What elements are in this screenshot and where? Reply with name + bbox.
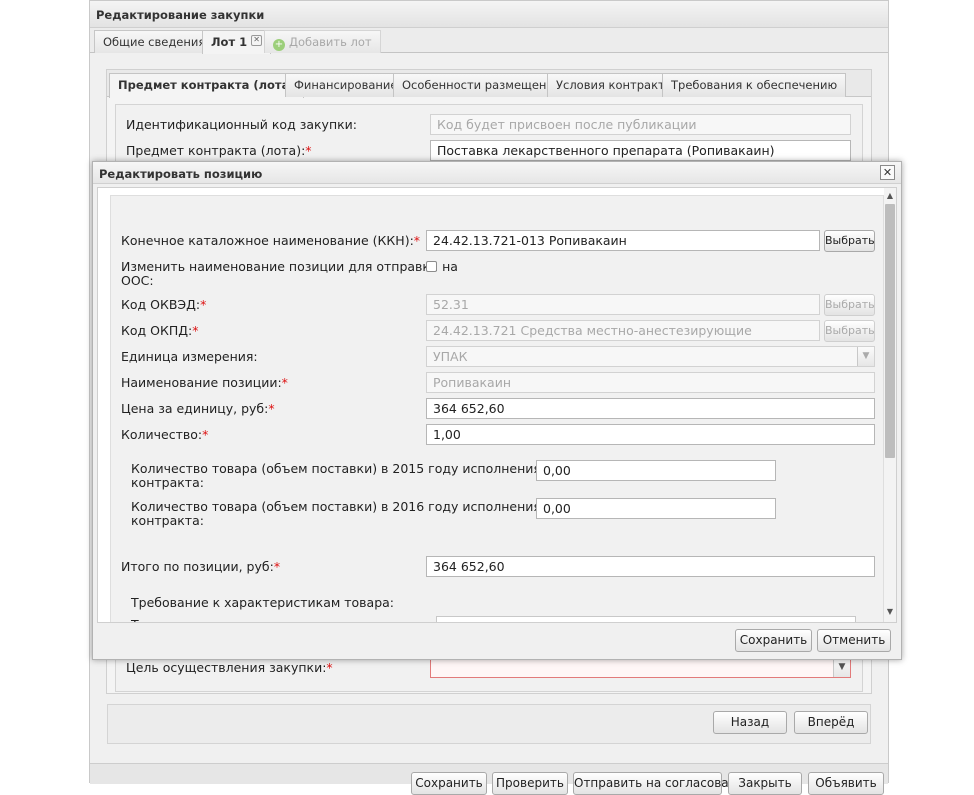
tab-label: Общие сведения bbox=[103, 35, 206, 49]
kkn-label-text: Конечное каталожное наименование (ККН): bbox=[121, 233, 414, 248]
position-form: Конечное каталожное наименование (ККН):*… bbox=[110, 195, 884, 622]
purpose-label: Цель осуществления закупки:* bbox=[126, 660, 333, 675]
tab-financing[interactable]: Финансирование bbox=[285, 73, 407, 97]
scroll-down-icon[interactable]: ▼ bbox=[884, 606, 896, 618]
qty-2015-field[interactable]: 0,00 bbox=[536, 460, 776, 481]
required-mark: * bbox=[192, 323, 199, 338]
window-title: Редактирование закупки bbox=[90, 1, 888, 28]
edit-position-dialog: Редактировать позицию ✕ Конечное каталож… bbox=[92, 161, 902, 660]
position-name-label-text: Наименование позиции: bbox=[121, 375, 282, 390]
purpose-label-text: Цель осуществления закупки: bbox=[126, 660, 327, 675]
qty-2016-label-line: контракта: bbox=[131, 513, 204, 528]
required-mark: * bbox=[202, 427, 209, 442]
requirements-label: Требование к характеристикам товара: bbox=[131, 595, 395, 610]
okpd-field: 24.42.13.721 Средства местно-анестезирую… bbox=[426, 320, 820, 341]
send-for-approval-button[interactable]: Отправить на согласование bbox=[573, 772, 752, 795]
required-mark: * bbox=[326, 660, 333, 675]
close-tab-icon[interactable]: ✕ bbox=[251, 35, 263, 46]
dialog-title: Редактировать позицию bbox=[93, 162, 901, 184]
okved-field: 52.31 bbox=[426, 294, 820, 315]
total-field[interactable]: 364 652,60 bbox=[426, 556, 875, 577]
forward-button[interactable]: Вперёд bbox=[794, 711, 868, 734]
position-name-label: Наименование позиции:* bbox=[121, 375, 288, 390]
okved-label-text: Код ОКВЭД: bbox=[121, 297, 201, 312]
tab-add-lot[interactable]: + Добавить лот bbox=[264, 30, 381, 53]
scroll-thumb[interactable] bbox=[885, 204, 895, 458]
rename-checkbox[interactable] bbox=[426, 261, 437, 272]
kkn-label: Конечное каталожное наименование (ККН):* bbox=[121, 233, 420, 248]
id-code-field: Код будет присвоен после публикации bbox=[430, 114, 851, 135]
subject-field[interactable]: Поставка лекарственного препарата (Ропив… bbox=[430, 140, 851, 161]
cut-off-label: Т bbox=[131, 617, 139, 622]
chevron-down-icon: ▼ bbox=[857, 347, 874, 366]
scroll-up-icon[interactable]: ▲ bbox=[884, 190, 896, 202]
qty-2016-label: Количество товара (объем поставки) в 201… bbox=[131, 500, 541, 528]
qty-2016-label-line: Количество товара (объем поставки) в 201… bbox=[131, 499, 541, 514]
save-purchase-button[interactable]: Сохранить bbox=[411, 772, 487, 795]
qty-2016-field[interactable]: 0,00 bbox=[536, 498, 776, 519]
dialog-scrollbar[interactable]: ▲ ▼ bbox=[884, 188, 896, 622]
subject-label-text: Предмет контракта (лота): bbox=[126, 143, 306, 158]
price-label: Цена за единицу, руб:* bbox=[121, 401, 275, 416]
position-name-field: Ропивакаин bbox=[426, 372, 875, 393]
rename-label: Изменить наименование позиции для отправ… bbox=[121, 260, 458, 288]
tab-lot-1[interactable]: Лот 1 ✕ bbox=[202, 30, 272, 54]
okved-select-button[interactable]: Выбрать bbox=[824, 294, 875, 316]
unit-select: УПАК bbox=[426, 346, 875, 367]
required-mark: * bbox=[268, 401, 275, 416]
lot-section-tabs: Предмет контракта (лота) Финансирование … bbox=[107, 70, 871, 98]
dialog-scroll-area: Конечное каталожное наименование (ККН):*… bbox=[97, 187, 897, 623]
required-mark: * bbox=[281, 375, 288, 390]
price-field[interactable]: 364 652,60 bbox=[426, 398, 875, 419]
okpd-label-text: Код ОКПД: bbox=[121, 323, 193, 338]
qty-2015-label-line: Количество товара (объем поставки) в 201… bbox=[131, 461, 541, 476]
qty-2015-label-line: контракта: bbox=[131, 475, 204, 490]
required-mark: * bbox=[305, 143, 312, 158]
close-icon[interactable]: ✕ bbox=[880, 165, 895, 180]
tab-label: Добавить лот bbox=[289, 35, 372, 49]
check-button[interactable]: Проверить bbox=[492, 772, 568, 795]
quantity-label: Количество:* bbox=[121, 427, 208, 442]
kkn-select-button[interactable]: Выбрать bbox=[824, 230, 875, 252]
tab-placement-features[interactable]: Особенности размещения bbox=[393, 73, 570, 97]
purpose-select[interactable] bbox=[430, 657, 851, 678]
tab-contract-terms[interactable]: Условия контракта bbox=[547, 73, 681, 97]
unit-label: Единица измерения: bbox=[121, 349, 258, 364]
rename-label-line: Изменить наименование позиции для отправ… bbox=[121, 259, 458, 274]
tab-contract-subject[interactable]: Предмет контракта (лота) bbox=[109, 73, 304, 98]
total-label-text: Итого по позиции, руб: bbox=[121, 559, 274, 574]
back-button[interactable]: Назад bbox=[713, 711, 787, 734]
quantity-label-text: Количество: bbox=[121, 427, 203, 442]
rename-label-line: ООС: bbox=[121, 273, 154, 288]
required-mark: * bbox=[413, 233, 421, 248]
announce-button[interactable]: Объявить bbox=[808, 772, 884, 795]
okpd-select-button[interactable]: Выбрать bbox=[824, 320, 875, 342]
price-label-text: Цена за единицу, руб: bbox=[121, 401, 269, 416]
subject-label: Предмет контракта (лота):* bbox=[126, 143, 312, 158]
close-purchase-button[interactable]: Закрыть bbox=[728, 772, 802, 795]
qty-2015-label: Количество товара (объем поставки) в 201… bbox=[131, 462, 541, 490]
quantity-field[interactable]: 1,00 bbox=[426, 424, 875, 445]
total-label: Итого по позиции, руб:* bbox=[121, 559, 280, 574]
save-position-button[interactable]: Сохранить bbox=[735, 629, 812, 652]
lot-tabs-bar: Общие сведения Лот 1 ✕ + Добавить лот bbox=[90, 28, 888, 54]
tab-general-info[interactable]: Общие сведения bbox=[94, 30, 215, 53]
add-icon: + bbox=[273, 39, 285, 51]
cancel-button[interactable]: Отменить bbox=[817, 629, 891, 652]
tab-label: Лот 1 bbox=[211, 35, 248, 49]
chevron-down-icon[interactable]: ▼ bbox=[833, 658, 850, 677]
required-mark: * bbox=[273, 559, 281, 574]
requirements-field[interactable] bbox=[436, 616, 856, 622]
tab-security-requirements[interactable]: Требования к обеспечению bbox=[662, 73, 847, 97]
okpd-label: Код ОКПД:* bbox=[121, 323, 198, 338]
id-code-label: Идентификационный код закупки: bbox=[126, 117, 357, 132]
okved-label: Код ОКВЭД:* bbox=[121, 297, 206, 312]
kkn-field[interactable]: 24.42.13.721-013 Ропивакаин bbox=[426, 230, 820, 251]
required-mark: * bbox=[200, 297, 207, 312]
